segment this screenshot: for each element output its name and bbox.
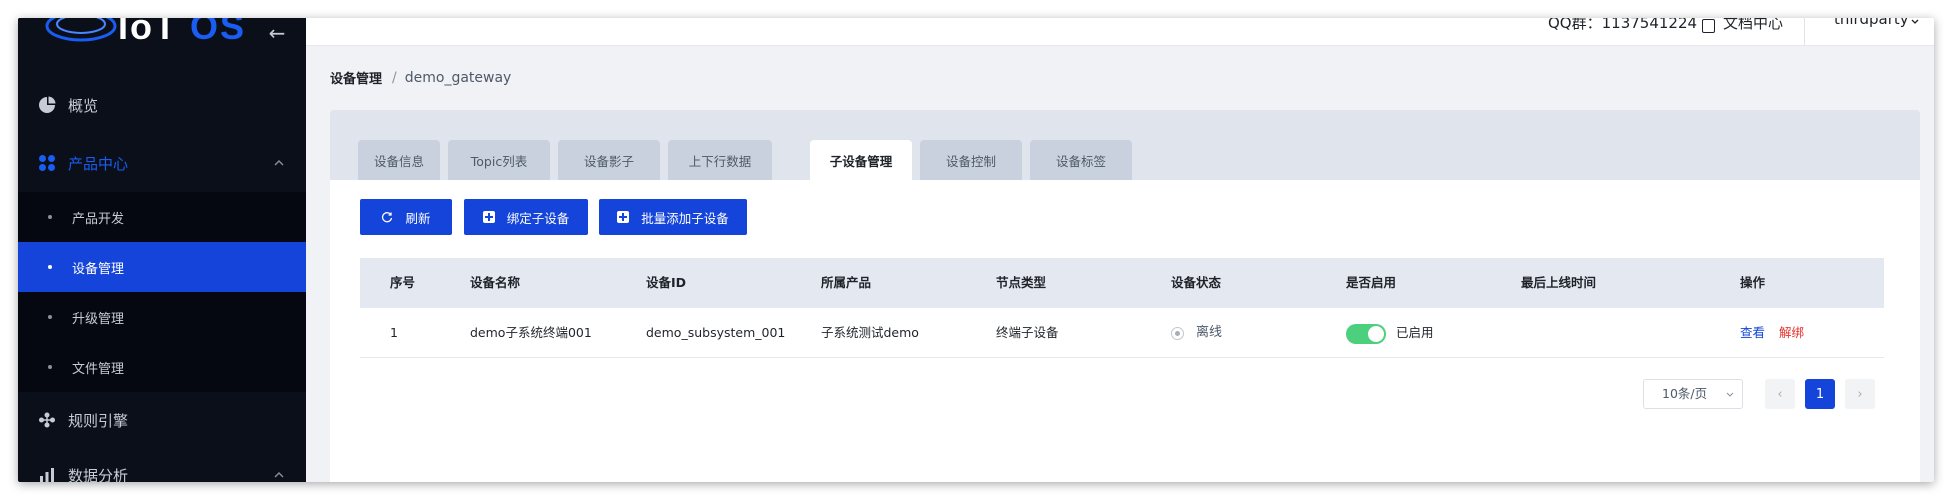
cell-enabled: 已启用 bbox=[1346, 308, 1434, 358]
status-text: 离线 bbox=[1196, 325, 1223, 340]
sidebar-item-label: 升级管理 bbox=[72, 311, 125, 327]
cell-product: 子系统测试demo bbox=[821, 325, 919, 340]
tab-device-tags[interactable]: 设备标签 bbox=[1030, 140, 1132, 180]
column-header-actions: 操作 bbox=[1740, 275, 1766, 290]
app-window: IoT OS ← 概览 产品中心 产品开发 设备管理 升级管理 文件管理 规则引… bbox=[18, 18, 1934, 482]
plus-square-icon bbox=[482, 211, 495, 223]
column-header-product: 所属产品 bbox=[821, 275, 872, 290]
cell-actions: 查看 解绑 bbox=[1740, 308, 1804, 358]
tab-child-device-management[interactable]: 子设备管理 bbox=[810, 140, 912, 180]
page-1-button[interactable]: 1 bbox=[1805, 379, 1835, 409]
sidebar-item-label: 概览 bbox=[68, 96, 99, 115]
chevron-down-icon[interactable] bbox=[1910, 18, 1920, 28]
docs-link[interactable]: 文档中心 bbox=[1702, 18, 1783, 33]
offline-status-icon bbox=[1171, 326, 1184, 340]
page-size-select[interactable]: 10条/页 bbox=[1643, 379, 1743, 409]
sidebar-item-label: 设备管理 bbox=[72, 261, 125, 277]
page-size-value: 10条/页 bbox=[1662, 386, 1708, 401]
cell-device-id: demo_subsystem_001 bbox=[646, 325, 786, 340]
unbind-link[interactable]: 解绑 bbox=[1779, 325, 1804, 340]
breadcrumb-current: demo_gateway bbox=[404, 69, 512, 86]
enabled-text: 已启用 bbox=[1396, 325, 1434, 340]
bind-child-device-button[interactable]: 绑定子设备 bbox=[464, 199, 588, 235]
table-row: 1 demo子系统终端001 demo_subsystem_001 子系统测试d… bbox=[360, 308, 1884, 358]
sidebar-item-overview[interactable]: 概览 bbox=[18, 80, 306, 130]
tab-device-info[interactable]: 设备信息 bbox=[358, 140, 440, 180]
sidebar-item-upgrade-management[interactable]: 升级管理 bbox=[18, 292, 306, 342]
plus-square-icon bbox=[617, 211, 630, 223]
sidebar-item-product-dev[interactable]: 产品开发 bbox=[18, 192, 306, 242]
cell-index: 1 bbox=[390, 325, 398, 340]
tab-topic-list[interactable]: Topic列表 bbox=[448, 140, 550, 180]
view-link[interactable]: 查看 bbox=[1740, 325, 1765, 340]
document-icon bbox=[1702, 18, 1715, 33]
breadcrumb-root[interactable]: 设备管理 bbox=[330, 68, 382, 87]
batch-add-child-device-button[interactable]: 批量添加子设备 bbox=[599, 199, 747, 235]
sidebar-item-label: 规则引擎 bbox=[68, 411, 129, 430]
cell-status: 离线 bbox=[1171, 308, 1222, 358]
cell-device-name: demo子系统终端001 bbox=[470, 325, 592, 340]
sidebar-item-device-management[interactable]: 设备管理 bbox=[18, 242, 306, 292]
chevron-up-icon bbox=[274, 160, 284, 166]
sidebar: IoT OS ← 概览 产品中心 产品开发 设备管理 升级管理 文件管理 规则引… bbox=[18, 18, 306, 482]
sidebar-item-data-analysis[interactable]: 数据分析 bbox=[18, 450, 306, 482]
bullet-icon bbox=[48, 365, 52, 369]
bind-child-device-label: 绑定子设备 bbox=[506, 210, 570, 226]
column-header-device-id: 设备ID bbox=[646, 275, 687, 290]
user-menu[interactable]: thirdparty bbox=[1834, 18, 1909, 28]
logo-swirl-icon bbox=[45, 18, 117, 42]
column-header-node-type: 节点类型 bbox=[996, 275, 1047, 290]
column-header-last-online: 最后上线时间 bbox=[1521, 275, 1597, 290]
logo: IoT OS bbox=[18, 18, 306, 58]
pie-chart-icon bbox=[39, 96, 56, 113]
sidebar-item-label: 文件管理 bbox=[72, 361, 125, 377]
column-header-device-name: 设备名称 bbox=[470, 275, 521, 290]
logo-text: IoT OS bbox=[118, 18, 247, 47]
breadcrumb-separator: / bbox=[392, 69, 397, 86]
sidebar-item-product-center[interactable]: 产品中心 bbox=[18, 138, 306, 188]
bullet-icon bbox=[48, 215, 52, 219]
tab-device-shadow[interactable]: 设备影子 bbox=[558, 140, 660, 180]
enabled-toggle[interactable] bbox=[1346, 323, 1386, 344]
top-header: QQ群：1137541224 文档中心 thirdparty bbox=[306, 18, 1934, 46]
next-page-button[interactable]: › bbox=[1845, 379, 1875, 409]
sidebar-item-label: 数据分析 bbox=[68, 466, 129, 483]
cell-node-type: 终端子设备 bbox=[996, 325, 1059, 340]
sidebar-item-label: 产品开发 bbox=[72, 211, 125, 227]
chevron-down-icon bbox=[1726, 392, 1734, 397]
rule-engine-icon bbox=[39, 412, 55, 428]
prev-page-button[interactable]: ‹ bbox=[1765, 379, 1795, 409]
sidebar-item-rule-engine[interactable]: 规则引擎 bbox=[18, 395, 306, 445]
collapse-sidebar-button[interactable]: ← bbox=[264, 20, 290, 46]
device-detail-card: 设备信息 Topic列表 设备影子 上下行数据 子设备管理 设备控制 设备标签 … bbox=[330, 110, 1920, 482]
batch-add-child-device-label: 批量添加子设备 bbox=[641, 210, 729, 226]
sidebar-item-file-management[interactable]: 文件管理 bbox=[18, 342, 306, 392]
column-header-enabled: 是否启用 bbox=[1346, 275, 1397, 290]
table-header: 序号 设备名称 设备ID 所属产品 节点类型 设备状态 是否启用 最后上线时间 … bbox=[360, 258, 1884, 308]
bullet-icon bbox=[48, 315, 52, 319]
docs-label: 文档中心 bbox=[1723, 18, 1784, 32]
bullet-icon bbox=[48, 265, 52, 269]
apps-icon bbox=[39, 155, 55, 171]
toggle-knob bbox=[1368, 325, 1384, 342]
refresh-icon bbox=[382, 212, 393, 223]
refresh-button[interactable]: 刷新 bbox=[360, 199, 452, 235]
sidebar-item-label: 产品中心 bbox=[68, 154, 129, 173]
breadcrumb: 设备管理 / demo_gateway bbox=[330, 68, 512, 88]
header-divider bbox=[1804, 18, 1805, 45]
bar-chart-icon bbox=[40, 468, 54, 482]
chevron-up-icon bbox=[274, 472, 284, 478]
refresh-label: 刷新 bbox=[405, 210, 431, 226]
column-header-index: 序号 bbox=[390, 275, 416, 290]
tab-device-control[interactable]: 设备控制 bbox=[920, 140, 1022, 180]
qq-group-text: QQ群：1137541224 bbox=[1548, 18, 1698, 32]
tab-up-down-data[interactable]: 上下行数据 bbox=[668, 140, 772, 180]
column-header-status: 设备状态 bbox=[1171, 275, 1222, 290]
